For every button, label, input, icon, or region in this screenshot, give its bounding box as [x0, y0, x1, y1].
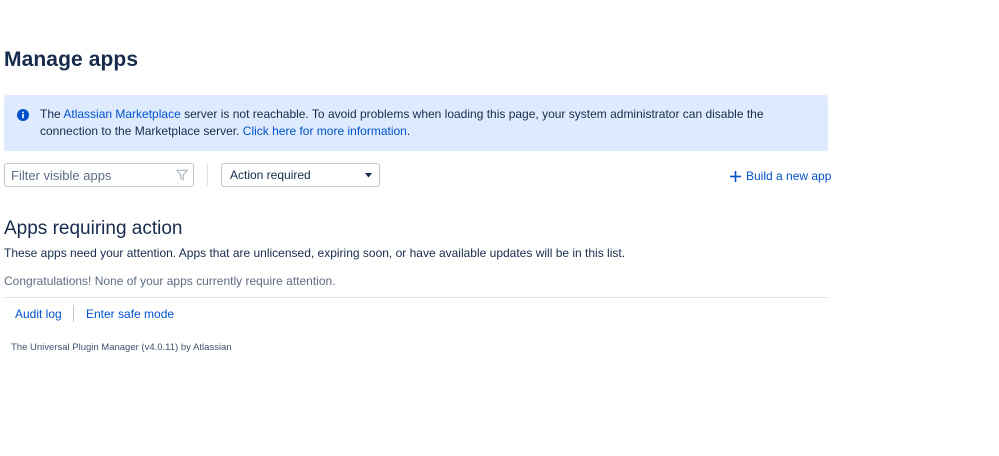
upm-version-text: The Universal Plugin Manager (v4.0.11) b…	[11, 342, 232, 353]
app-status-selected-value: Action required	[230, 168, 311, 182]
filter-divider	[207, 164, 208, 186]
filter-icon	[176, 169, 188, 181]
atlassian-marketplace-link[interactable]: Atlassian Marketplace	[63, 107, 180, 121]
filter-apps-input[interactable]	[5, 164, 193, 186]
plus-icon	[730, 170, 741, 182]
build-new-app-link[interactable]: Build a new app	[730, 169, 831, 183]
app-status-select[interactable]: Action required	[221, 163, 380, 187]
enter-safe-mode-link[interactable]: Enter safe mode	[86, 307, 174, 321]
more-information-link[interactable]: Click here for more information	[243, 124, 407, 138]
chevron-down-icon	[365, 173, 372, 178]
footer-separator	[73, 305, 74, 322]
section-title: Apps requiring action	[4, 218, 183, 239]
page-title: Manage apps	[4, 48, 139, 71]
empty-state-message: Congratulations! None of your apps curre…	[4, 274, 336, 288]
section-description: These apps need your attention. Apps tha…	[4, 246, 626, 260]
marketplace-warning-banner: The Atlassian Marketplace server is not …	[4, 95, 828, 151]
banner-text-after: .	[406, 123, 411, 138]
banner-text-before: The	[40, 107, 64, 121]
section-divider	[4, 297, 828, 298]
build-new-app-label: Build a new app	[746, 169, 832, 183]
info-icon	[17, 109, 29, 121]
audit-log-link[interactable]: Audit log	[15, 307, 62, 321]
filter-apps-field	[4, 163, 194, 187]
